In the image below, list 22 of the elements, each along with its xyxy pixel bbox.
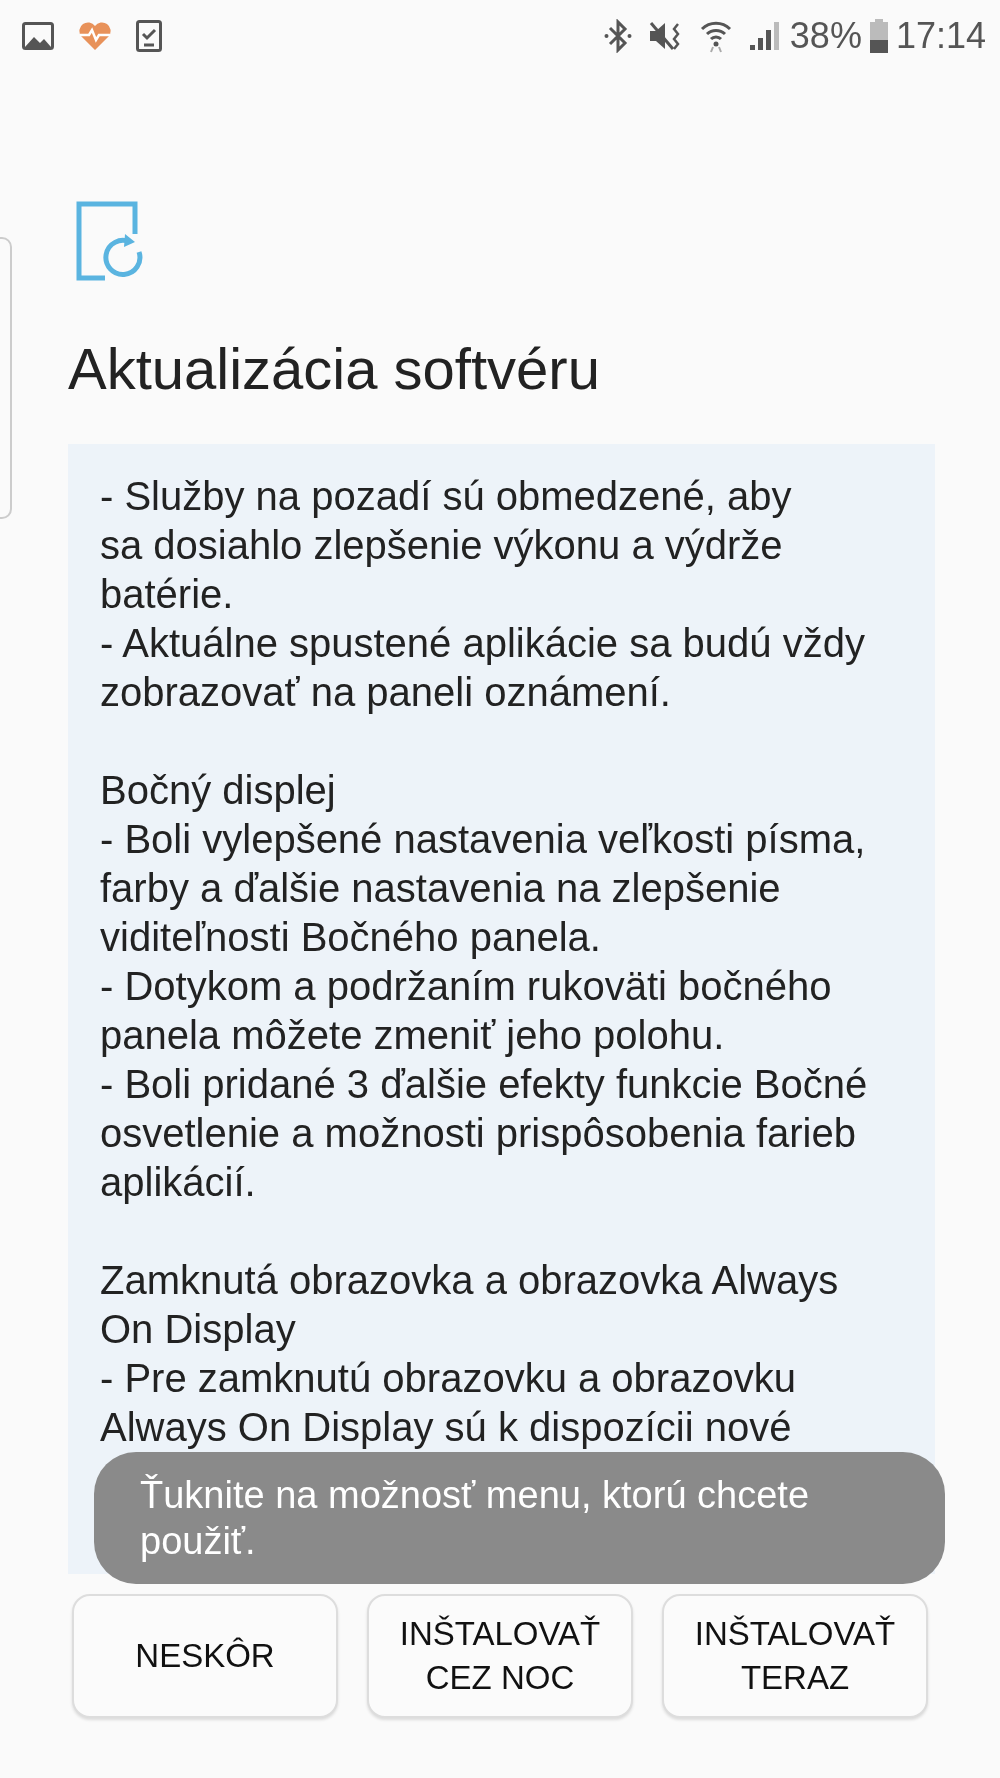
action-button[interactable]: NESKÔR	[72, 1593, 338, 1718]
note-item: - Pre zamknutú obrazovku a obrazovku Always On Display sú k dispozícii nové	[100, 1354, 797, 1451]
heart-rate-icon	[78, 21, 112, 51]
bluetooth-icon	[603, 19, 632, 53]
battery-percent: 38%	[789, 14, 862, 58]
signal-icon	[747, 21, 782, 51]
battery-icon	[869, 19, 888, 53]
note-item: - Aktuálne spustené aplikácie sa budú vždy zobrazovať na paneli oznámení.	[100, 619, 866, 716]
gallery-icon	[22, 22, 54, 50]
action-button[interactable]: INŠTALOVAŤ TERAZ	[662, 1593, 928, 1718]
checklist-icon	[136, 20, 162, 52]
toast-message: Ťuknite na možnosť menu, ktorú chcete použiť.	[94, 1451, 945, 1584]
note-item: - Dotykom a podržaním rukoväti bočného panela môžete zmeniť jeho polohu.	[100, 962, 833, 1059]
note-item: - Služby na pozadí sú obmedzené, aby sa dosiahlo zlepšenie výkonu a výdrže batérie.	[100, 472, 793, 618]
section-heading: Bočný displej	[100, 766, 337, 814]
page-title: Aktualizácia softvéru	[68, 335, 601, 403]
action-button[interactable]: INŠTALOVAŤ CEZ NOC	[367, 1593, 633, 1718]
note-item: - Boli vylepšené nastavenia veľkosti písma, farby a ďalšie nastavenia na zlepšenie viditeľnosti Bočného panela.	[100, 815, 867, 961]
wifi-icon	[699, 19, 732, 53]
clock-time: 17:14	[895, 14, 986, 58]
section-heading: Zamknutá obrazovka a obrazovka Always On Display	[100, 1256, 840, 1353]
note-item: - Boli pridané 3 ďalšie efekty funkcie Bočné osvetlenie a možnosti prispôsobenia farieb aplikácií.	[100, 1060, 869, 1206]
